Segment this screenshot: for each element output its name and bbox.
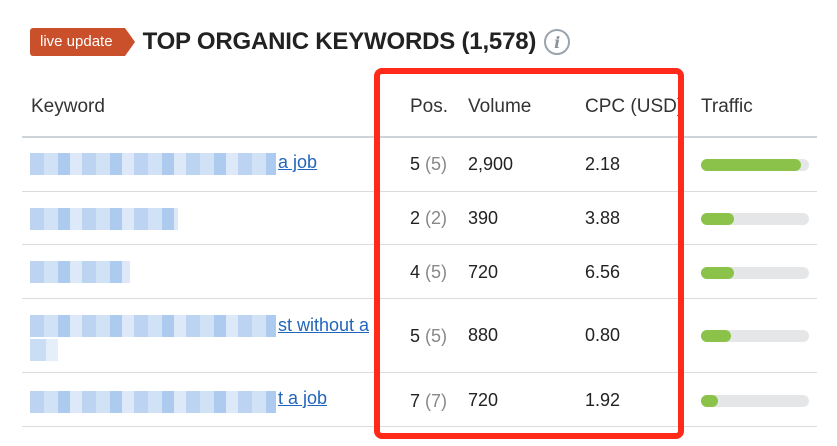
traffic-bar	[701, 267, 809, 279]
info-icon[interactable]: i	[544, 29, 571, 55]
column-header-traffic[interactable]: Traffic	[701, 96, 753, 118]
traffic-bar-fill	[701, 159, 802, 171]
table-row: t a job 7 (7) 720 1.92	[22, 373, 817, 427]
blurred-keyword	[30, 208, 178, 230]
traffic-bar-fill	[701, 330, 732, 342]
table-row: st without a 5 (5) 880 0.80	[22, 299, 817, 373]
cpc-cell: 6.56	[585, 262, 621, 282]
column-header-cpc[interactable]: CPC (USD)	[585, 96, 683, 118]
position-cell: 5 (5)	[410, 326, 448, 346]
blurred-keyword	[30, 153, 276, 175]
traffic-bar-fill	[701, 267, 735, 279]
cpc-cell: 0.80	[585, 325, 621, 345]
volume-cell: 720	[468, 262, 499, 282]
traffic-bar-fill	[701, 395, 719, 407]
blurred-keyword	[30, 261, 130, 283]
position-cell: 7 (7)	[410, 391, 448, 411]
keywords-table: Keyword Pos. Volume CPC (USD) Traffic a …	[22, 82, 817, 427]
keyword-link[interactable]: st without a	[278, 315, 369, 336]
position-cell: 5 (5)	[410, 154, 448, 174]
position-cell: 4 (5)	[410, 262, 448, 282]
volume-cell: 390	[468, 208, 499, 228]
table-row: a job 5 (5) 2,900 2.18	[22, 138, 817, 192]
blurred-keyword-line2	[30, 339, 58, 361]
keyword-link[interactable]: t a job	[278, 388, 327, 409]
volume-cell: 2,900	[468, 154, 514, 174]
cpc-cell: 2.18	[585, 154, 621, 174]
position-cell: 2 (2)	[410, 208, 448, 228]
page-title: TOP ORGANIC KEYWORDS (1,578)	[142, 28, 537, 55]
table-row: 2 (2) 390 3.88	[22, 192, 817, 245]
cpc-cell: 1.92	[585, 390, 621, 410]
keyword-link[interactable]: a job	[278, 152, 317, 173]
blurred-keyword	[30, 315, 276, 337]
live-update-badge: live update	[30, 28, 135, 56]
traffic-bar	[701, 330, 809, 342]
table-row: 4 (5) 720 6.56	[22, 245, 817, 299]
volume-cell: 880	[468, 325, 499, 345]
traffic-bar	[701, 395, 809, 407]
blurred-keyword	[30, 391, 276, 413]
traffic-bar	[701, 213, 809, 225]
cpc-cell: 3.88	[585, 208, 621, 228]
traffic-bar-fill	[701, 213, 735, 225]
report-header: live update TOP ORGANIC KEYWORDS (1,578)…	[30, 26, 571, 58]
column-header-keyword[interactable]: Keyword	[31, 96, 105, 118]
column-header-volume[interactable]: Volume	[468, 96, 531, 118]
column-header-position[interactable]: Pos.	[410, 96, 448, 118]
volume-cell: 720	[468, 390, 499, 410]
table-header: Keyword Pos. Volume CPC (USD) Traffic	[22, 82, 817, 138]
traffic-bar	[701, 159, 809, 171]
